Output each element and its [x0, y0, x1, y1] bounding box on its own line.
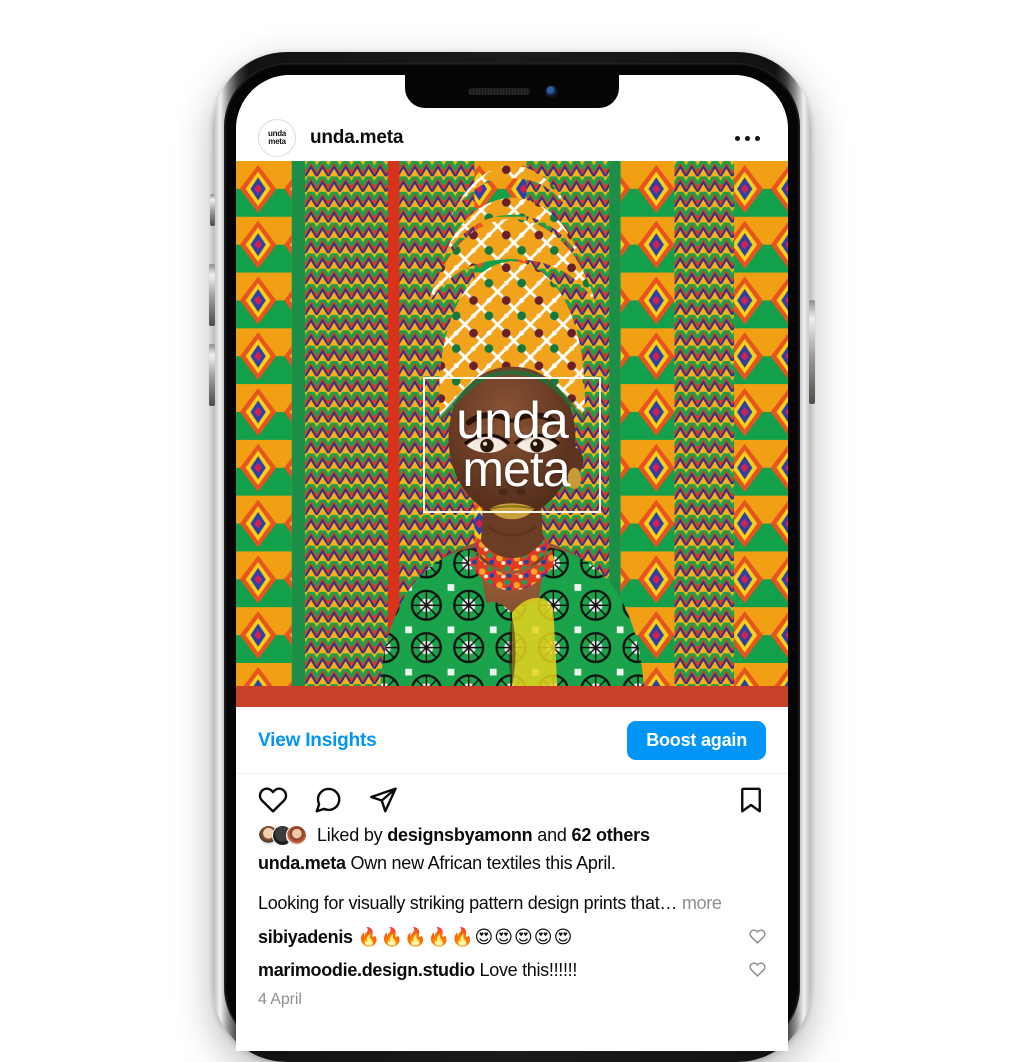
action-bar: [236, 774, 788, 821]
post-username[interactable]: unda.meta: [310, 127, 403, 149]
insights-row: View Insights Boost again: [236, 707, 788, 774]
comment-text: 🔥🔥🔥🔥🔥😍😍😍😍😍: [357, 927, 574, 949]
watermark-line-2: meta: [462, 440, 570, 497]
dot-icon: [745, 135, 750, 141]
volume-up-button[interactable]: [209, 264, 215, 326]
comment-row: marimoodie.design.studio Love this!!!!!!: [258, 958, 766, 982]
caption-preview: Looking for visually striking pattern de…: [258, 891, 766, 916]
phone-device: unda meta unda.meta unda meta View Insig…: [209, 52, 815, 1062]
post-meta: Liked by designsbyamonn and 62 others un…: [236, 821, 788, 1051]
likes-others-count[interactable]: 62 others: [572, 825, 650, 845]
likes-prefix: Liked by: [317, 825, 388, 845]
comment-like-icon[interactable]: [749, 928, 766, 945]
likers-facepile: [258, 825, 307, 846]
phone-bezel: unda meta unda.meta unda meta View Insig…: [224, 63, 800, 1051]
caption-text: Own new African textiles this April.: [345, 853, 616, 873]
likes-text: Liked by designsbyamonn and 62 others: [317, 825, 650, 846]
view-insights-link[interactable]: View Insights: [258, 730, 377, 752]
likes-middle: and: [532, 825, 572, 845]
likes-row[interactable]: Liked by designsbyamonn and 62 others: [258, 825, 766, 846]
mute-switch[interactable]: [210, 194, 215, 226]
avatar-line-2: meta: [268, 137, 286, 146]
boost-again-button[interactable]: Boost again: [627, 721, 766, 760]
watermark-line-1: unda: [456, 391, 569, 450]
comment-username[interactable]: marimoodie.design.studio: [258, 960, 475, 980]
post-photo[interactable]: unda meta: [236, 161, 788, 707]
save-icon[interactable]: [736, 785, 766, 815]
post-timestamp: 4 April: [258, 990, 302, 1008]
comment-like-icon[interactable]: [749, 961, 766, 978]
comment-row: sibiyadenis 🔥🔥🔥🔥🔥😍😍😍😍😍: [258, 925, 766, 950]
comment-content: sibiyadenis 🔥🔥🔥🔥🔥😍😍😍😍😍: [258, 925, 739, 950]
phone-screen: unda meta unda.meta unda meta View Insig…: [236, 75, 788, 1051]
liker-avatar: [286, 825, 307, 846]
avatar[interactable]: unda meta: [258, 119, 296, 157]
comment-text: Love this!!!!!!: [479, 960, 578, 981]
caption-preview-text: Looking for visually striking pattern de…: [258, 893, 678, 913]
comment-username[interactable]: sibiyadenis: [258, 927, 353, 947]
photo-watermark: unda meta: [423, 376, 601, 513]
post-caption: unda.meta Own new African textiles this …: [258, 850, 766, 877]
comment-content: marimoodie.design.studio Love this!!!!!!: [258, 958, 739, 982]
comment-icon[interactable]: [313, 785, 343, 815]
dot-icon: [755, 135, 760, 141]
caption-username[interactable]: unda.meta: [258, 853, 346, 873]
instagram-post: unda meta unda.meta unda meta View Insig…: [236, 75, 788, 1051]
dot-icon: [735, 135, 740, 141]
volume-down-button[interactable]: [209, 344, 215, 406]
like-icon[interactable]: [258, 785, 288, 815]
front-camera-icon: [545, 86, 557, 97]
power-button[interactable]: [809, 300, 815, 404]
earpiece-speaker-icon: [467, 88, 530, 95]
more-options-button[interactable]: [729, 130, 766, 147]
notch: [405, 75, 619, 108]
likes-primary-user[interactable]: designsbyamonn: [387, 825, 532, 845]
share-icon[interactable]: [368, 785, 398, 815]
more-link[interactable]: more: [682, 893, 722, 913]
